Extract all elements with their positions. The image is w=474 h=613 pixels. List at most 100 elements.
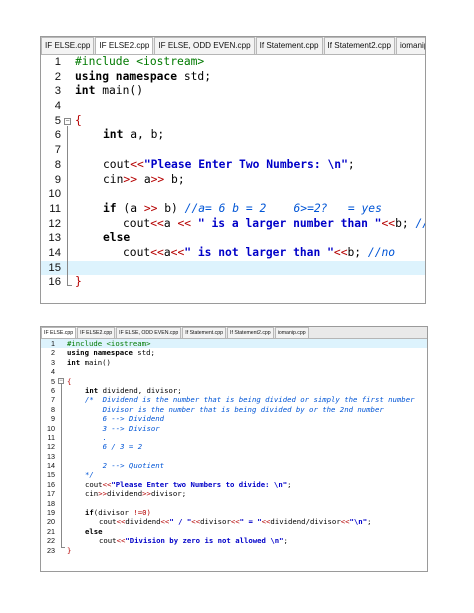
tab-if-else-odd-even[interactable]: IF ELSE, ODD EVEN.cpp: [154, 37, 255, 54]
code-line: 12 6 / 3 = 2: [41, 442, 427, 451]
string-literal: "Please Enter two Numbers to divide: \n": [111, 479, 288, 489]
tab-if-else[interactable]: IF ELSE.cpp: [41, 37, 95, 54]
code-line: 13: [41, 452, 427, 461]
string-literal: " = ": [239, 517, 262, 527]
operator: >>: [143, 201, 158, 215]
operator: >>: [142, 489, 151, 499]
tab-if-else2[interactable]: IF ELSE2.cpp: [95, 37, 154, 54]
keyword: else: [85, 526, 103, 536]
comment: Divisor is the number that is being divi…: [85, 404, 384, 414]
code-text: b;: [164, 172, 185, 186]
line-number: 6: [51, 385, 55, 395]
tab-if-statement2[interactable]: If Statement2.cpp: [227, 327, 274, 338]
tab-iomanip[interactable]: iomanip.cpp: [274, 327, 309, 338]
operator: >>: [98, 489, 107, 499]
code-line: 22 cout<<"Division by zero is not allowed…: [41, 536, 427, 545]
code-text: b;: [395, 216, 416, 230]
code-text: (divisor: [93, 508, 134, 518]
code-text: ;: [287, 479, 292, 489]
code-line: 10 3 --> Divisor: [41, 424, 427, 433]
line-number: 12: [47, 442, 55, 452]
string-literal: " is a larger number than ": [191, 216, 382, 230]
operator: <<: [340, 517, 350, 527]
code-line: 4: [41, 99, 425, 114]
fold-collapse-icon[interactable]: −: [64, 117, 71, 125]
line-number: 11: [47, 432, 55, 442]
line-number: 16: [47, 479, 55, 489]
code-line: 1 #include <iostream>: [41, 55, 425, 70]
operator: <<: [160, 517, 170, 527]
code-line: 11 if (a >> b) //a= 6 b = 2 6>=2? = yes: [41, 202, 425, 217]
code-line: 19 if(divisor !=0): [41, 508, 427, 517]
line-number: 2: [54, 70, 61, 83]
tab-if-else2[interactable]: IF ELSE2.cpp: [77, 327, 116, 338]
line-number: 1: [51, 339, 55, 348]
code-text: a, b;: [123, 128, 165, 142]
code-line: 8 cout<<"Please Enter Two Numbers: \n";: [41, 158, 425, 173]
editor-screenshot-bottom: IF ELSE.cpp IF ELSE2.cpp IF ELSE, ODD EVEN…: [40, 326, 428, 572]
comment: 2 --> Quotient: [85, 461, 165, 471]
code-text: dividend, divisor;: [98, 385, 182, 395]
code-text: b;: [347, 245, 368, 259]
preprocessor-directive: #include <iostream>: [75, 55, 205, 68]
fold-end-marker: [67, 285, 72, 286]
string-literal: "Division by zero is not allowed \n": [125, 536, 284, 546]
code-text: a: [163, 245, 171, 259]
code-editor[interactable]: 1 #include <iostream> 2 using namespace st…: [41, 339, 427, 555]
fold-guide: [61, 384, 62, 548]
operator: <<: [130, 157, 144, 171]
tab-if-statement2[interactable]: If Statement2.cpp: [323, 37, 395, 54]
code-line: 3 int main(): [41, 358, 427, 367]
code-text: 0): [142, 508, 151, 518]
fold-end-marker: [61, 547, 65, 548]
operator: <<: [333, 245, 348, 259]
code-line: 21 else: [41, 527, 427, 536]
code-editor[interactable]: 1 #include <iostream> 2 using namespace st…: [41, 55, 425, 290]
code-line: 5−{: [41, 114, 425, 129]
keyword: if: [85, 508, 94, 518]
tab-iomanip[interactable]: iomanip.cpp: [396, 37, 425, 54]
code-line-current: 15: [41, 260, 425, 276]
code-line: 13 else: [41, 231, 425, 246]
code-text: cin: [85, 489, 99, 499]
line-number: 5: [51, 376, 55, 386]
code-line: 9 cin>> a>> b;: [41, 173, 425, 188]
code-text: cout: [103, 157, 131, 171]
line-number: 3: [54, 85, 61, 98]
operator: <<: [150, 245, 164, 259]
code-line: 4: [41, 367, 427, 376]
tab-if-statement[interactable]: If Statement.cpp: [255, 37, 323, 54]
code-text: std;: [177, 69, 212, 83]
line-number: 4: [54, 100, 61, 113]
line-number: 9: [54, 173, 61, 186]
fold-collapse-icon[interactable]: −: [58, 377, 64, 384]
tab-if-else[interactable]: IF ELSE.cpp: [41, 327, 77, 338]
code-line: 16 cout<<"Please Enter two Numbers to div…: [41, 480, 427, 489]
code-text: cout: [99, 536, 117, 546]
fold-guide: [67, 126, 68, 286]
comment: /* Dividend is the number that is being …: [85, 395, 415, 405]
tab-if-else-odd-even[interactable]: IF ELSE, ODD EVEN.cpp: [116, 327, 182, 338]
code-text: ;: [283, 536, 288, 546]
code-text: ;: [367, 517, 372, 527]
tab-if-statement[interactable]: If Statement.cpp: [182, 327, 227, 338]
code-text: std;: [132, 348, 155, 358]
brace: }: [67, 545, 72, 555]
code-line: 14 cout<<a<<" is not larger than "<<b; //…: [41, 246, 425, 261]
code-line: 3 int main(): [41, 84, 425, 99]
line-number: 7: [54, 144, 61, 157]
line-number: 21: [47, 526, 55, 536]
comment: //a= 6 b = 2 6>=2? = yes: [184, 201, 382, 215]
line-number: 9: [51, 414, 55, 424]
line-number: 13: [48, 232, 61, 245]
code-text: cout: [85, 479, 103, 489]
code-line: 14 2 --> Quotient: [41, 461, 427, 470]
comment: //yes: [415, 216, 426, 230]
code-text: (a: [116, 201, 144, 215]
code-line: 6 int a, b;: [41, 128, 425, 143]
code-line: 12 cout<<a << " is a larger number than "…: [41, 217, 425, 232]
line-number: 13: [47, 451, 55, 461]
code-line: 5−{: [41, 377, 427, 386]
line-number: 14: [48, 246, 61, 259]
operator: <<: [230, 517, 240, 527]
